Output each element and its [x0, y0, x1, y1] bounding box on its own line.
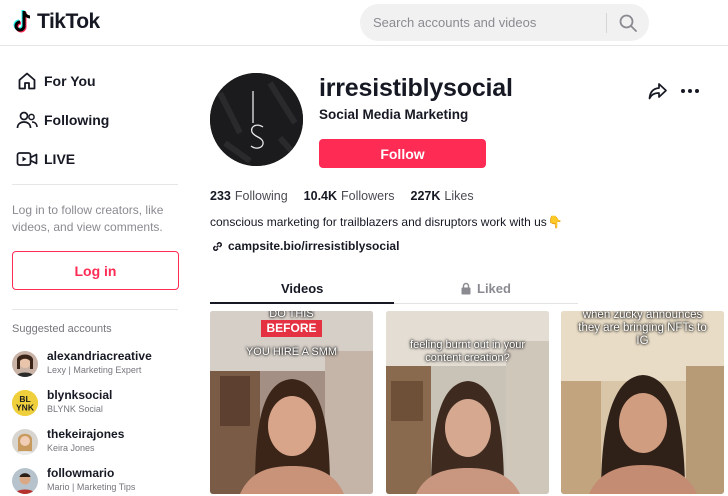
tiktok-note-icon — [13, 10, 31, 33]
profile-username: irresistiblysocial — [319, 74, 513, 102]
video-badge: BEFORE — [261, 320, 322, 337]
stat-label: Following — [234, 189, 288, 203]
suggested-account[interactable]: BL YNK blynksocial BLYNK Social — [12, 388, 182, 418]
suggested-subtitle: Mario | Marketing Tips — [47, 482, 136, 492]
nav-live-label: LIVE — [44, 151, 76, 167]
live-camera-icon — [16, 148, 38, 170]
search-icon[interactable] — [618, 13, 638, 33]
stat-value: 227K — [410, 189, 441, 203]
stat-value: 233 — [210, 189, 231, 203]
profile-stats: 233 Following 10.4K Followers 227K Likes — [210, 189, 490, 203]
suggested-subtitle: BLYNK Social — [47, 404, 103, 414]
suggested-account[interactable]: thekeirajones Keira Jones — [12, 427, 182, 457]
nav-following[interactable]: Following — [16, 108, 109, 132]
sidebar-divider — [12, 184, 178, 185]
profile-avatar — [210, 73, 303, 166]
nav-following-label: Following — [44, 112, 110, 128]
stat-likes: 227K Likes — [411, 189, 474, 203]
suggested-account[interactable]: followmario Mario | Marketing Tips — [12, 466, 182, 496]
suggested-subtitle: Lexy | Marketing Expert — [47, 365, 142, 375]
suggested-account[interactable]: alexandriacreative Lexy | Marketing Expe… — [12, 349, 182, 379]
sidebar-divider — [12, 309, 178, 310]
profile-nickname: Social Media Marketing — [319, 107, 469, 122]
nav-for-you[interactable]: For You — [16, 69, 96, 93]
sidebar: For You Following LIVE Log in to follow … — [0, 47, 190, 494]
video-card[interactable]: when zucky announces they are bringing N… — [561, 311, 724, 494]
stat-value: 10.4K — [303, 189, 338, 203]
video-badge-row: BEFORE — [210, 320, 373, 337]
stat-following: 233 Following — [210, 189, 288, 203]
profile-link[interactable]: campsite.bio/irresistiblysocial — [211, 239, 399, 253]
profile-bio: conscious marketing for trailblazers and… — [210, 215, 563, 229]
stat-followers: 10.4K Followers — [304, 189, 395, 203]
more-options-icon[interactable] — [680, 88, 700, 94]
video-card[interactable]: feeling burnt out in your content creati… — [386, 311, 549, 494]
lock-icon — [461, 282, 471, 295]
profile-link-text: campsite.bio/irresistiblysocial — [228, 239, 400, 253]
tab-videos[interactable]: Videos — [281, 281, 323, 296]
video-caption: when zucky announces they are bringing N… — [578, 311, 707, 347]
tab-liked-label: Liked — [477, 281, 511, 296]
search-input[interactable]: Search accounts and videos — [373, 15, 536, 30]
suggested-username: thekeirajones — [47, 427, 125, 441]
bio-text: conscious marketing for trailblazers and… — [210, 215, 547, 229]
tiktok-logo[interactable]: TikTok — [12, 9, 100, 35]
video-caption: YOU HIRE A SMM — [245, 346, 338, 358]
tab-liked[interactable]: Liked — [460, 281, 511, 296]
share-icon[interactable] — [648, 82, 668, 100]
avatar — [12, 468, 38, 494]
nav-for-you-label: For You — [44, 73, 96, 89]
login-hint: Log in to follow creators, like videos, … — [12, 203, 164, 234]
profile-tabs: Videos Liked — [210, 275, 578, 304]
suggested-username: followmario — [47, 466, 115, 480]
pointing-down-emoji: 👇 — [547, 215, 563, 229]
home-icon — [16, 70, 38, 92]
stat-label: Followers — [341, 189, 395, 203]
video-card[interactable]: DO THIS BEFORE YOU HIRE A SMM — [210, 311, 373, 494]
avatar — [12, 351, 38, 377]
suggested-subtitle: Keira Jones — [47, 443, 95, 453]
following-users-icon — [16, 109, 38, 131]
search-bar[interactable]: Search accounts and videos — [360, 4, 649, 41]
top-header: TikTok Search accounts and videos — [0, 0, 728, 46]
login-button[interactable]: Log in — [12, 251, 179, 290]
suggested-accounts-title: Suggested accounts — [12, 323, 112, 335]
logo-text: TikTok — [37, 10, 100, 33]
svg-text:YNK: YNK — [16, 403, 35, 413]
suggested-username: alexandriacreative — [47, 349, 152, 363]
avatar: BL YNK — [12, 390, 38, 416]
search-divider — [606, 13, 607, 33]
active-tab-indicator — [210, 302, 394, 304]
follow-button[interactable]: Follow — [319, 139, 486, 168]
stat-label: Likes — [444, 189, 474, 203]
video-thumbnail — [210, 311, 373, 494]
video-caption: feeling burnt out in your content creati… — [410, 339, 525, 364]
link-icon — [213, 241, 222, 251]
avatar — [12, 429, 38, 455]
nav-live[interactable]: LIVE — [16, 147, 75, 171]
suggested-username: blynksocial — [47, 388, 113, 402]
